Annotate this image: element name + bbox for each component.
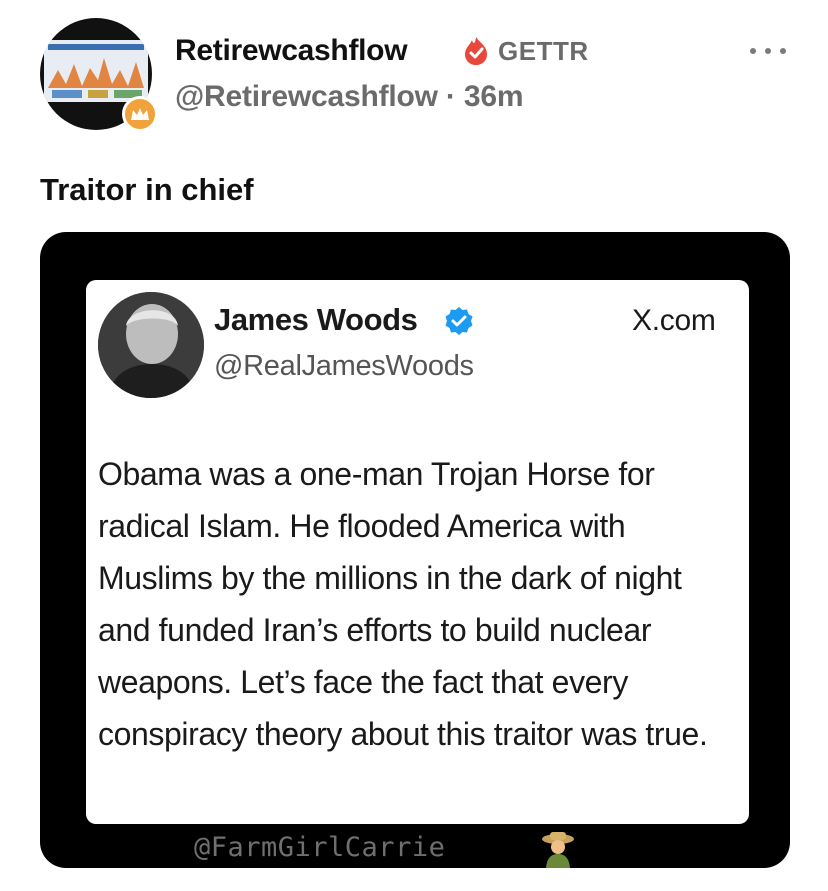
author-name[interactable]: Retirewcashflow	[175, 34, 408, 68]
author-handle-timestamp[interactable]: @Retirewcashflow · 36m	[175, 80, 523, 114]
quoted-post-text: Obama was a one-man Trojan Horse for rad…	[98, 456, 708, 752]
dot	[765, 48, 771, 54]
platform-label: GETTR	[498, 36, 589, 66]
crown-badge-icon	[122, 96, 158, 132]
quoted-post-card: James Woods @RealJamesWoods X.com Obama …	[86, 280, 749, 824]
red-verified-flame-icon	[465, 37, 487, 65]
source-site-label: X.com	[632, 304, 716, 337]
post-image[interactable]: James Woods @RealJamesWoods X.com Obama …	[40, 232, 790, 868]
quoted-author-name: James Woods	[214, 302, 418, 337]
blue-verified-icon	[445, 307, 473, 335]
quoted-author-avatar	[98, 292, 204, 398]
dot	[750, 48, 756, 54]
post-text: Traitor in chief	[40, 172, 254, 207]
farmer-emoji-icon	[542, 832, 574, 868]
quoted-author-handle: @RealJamesWoods	[214, 350, 474, 382]
dot	[780, 48, 786, 54]
more-options-icon[interactable]	[750, 44, 786, 58]
chart-avatar-image	[44, 40, 148, 102]
watermark-text: @FarmGirlCarrie	[194, 832, 446, 863]
